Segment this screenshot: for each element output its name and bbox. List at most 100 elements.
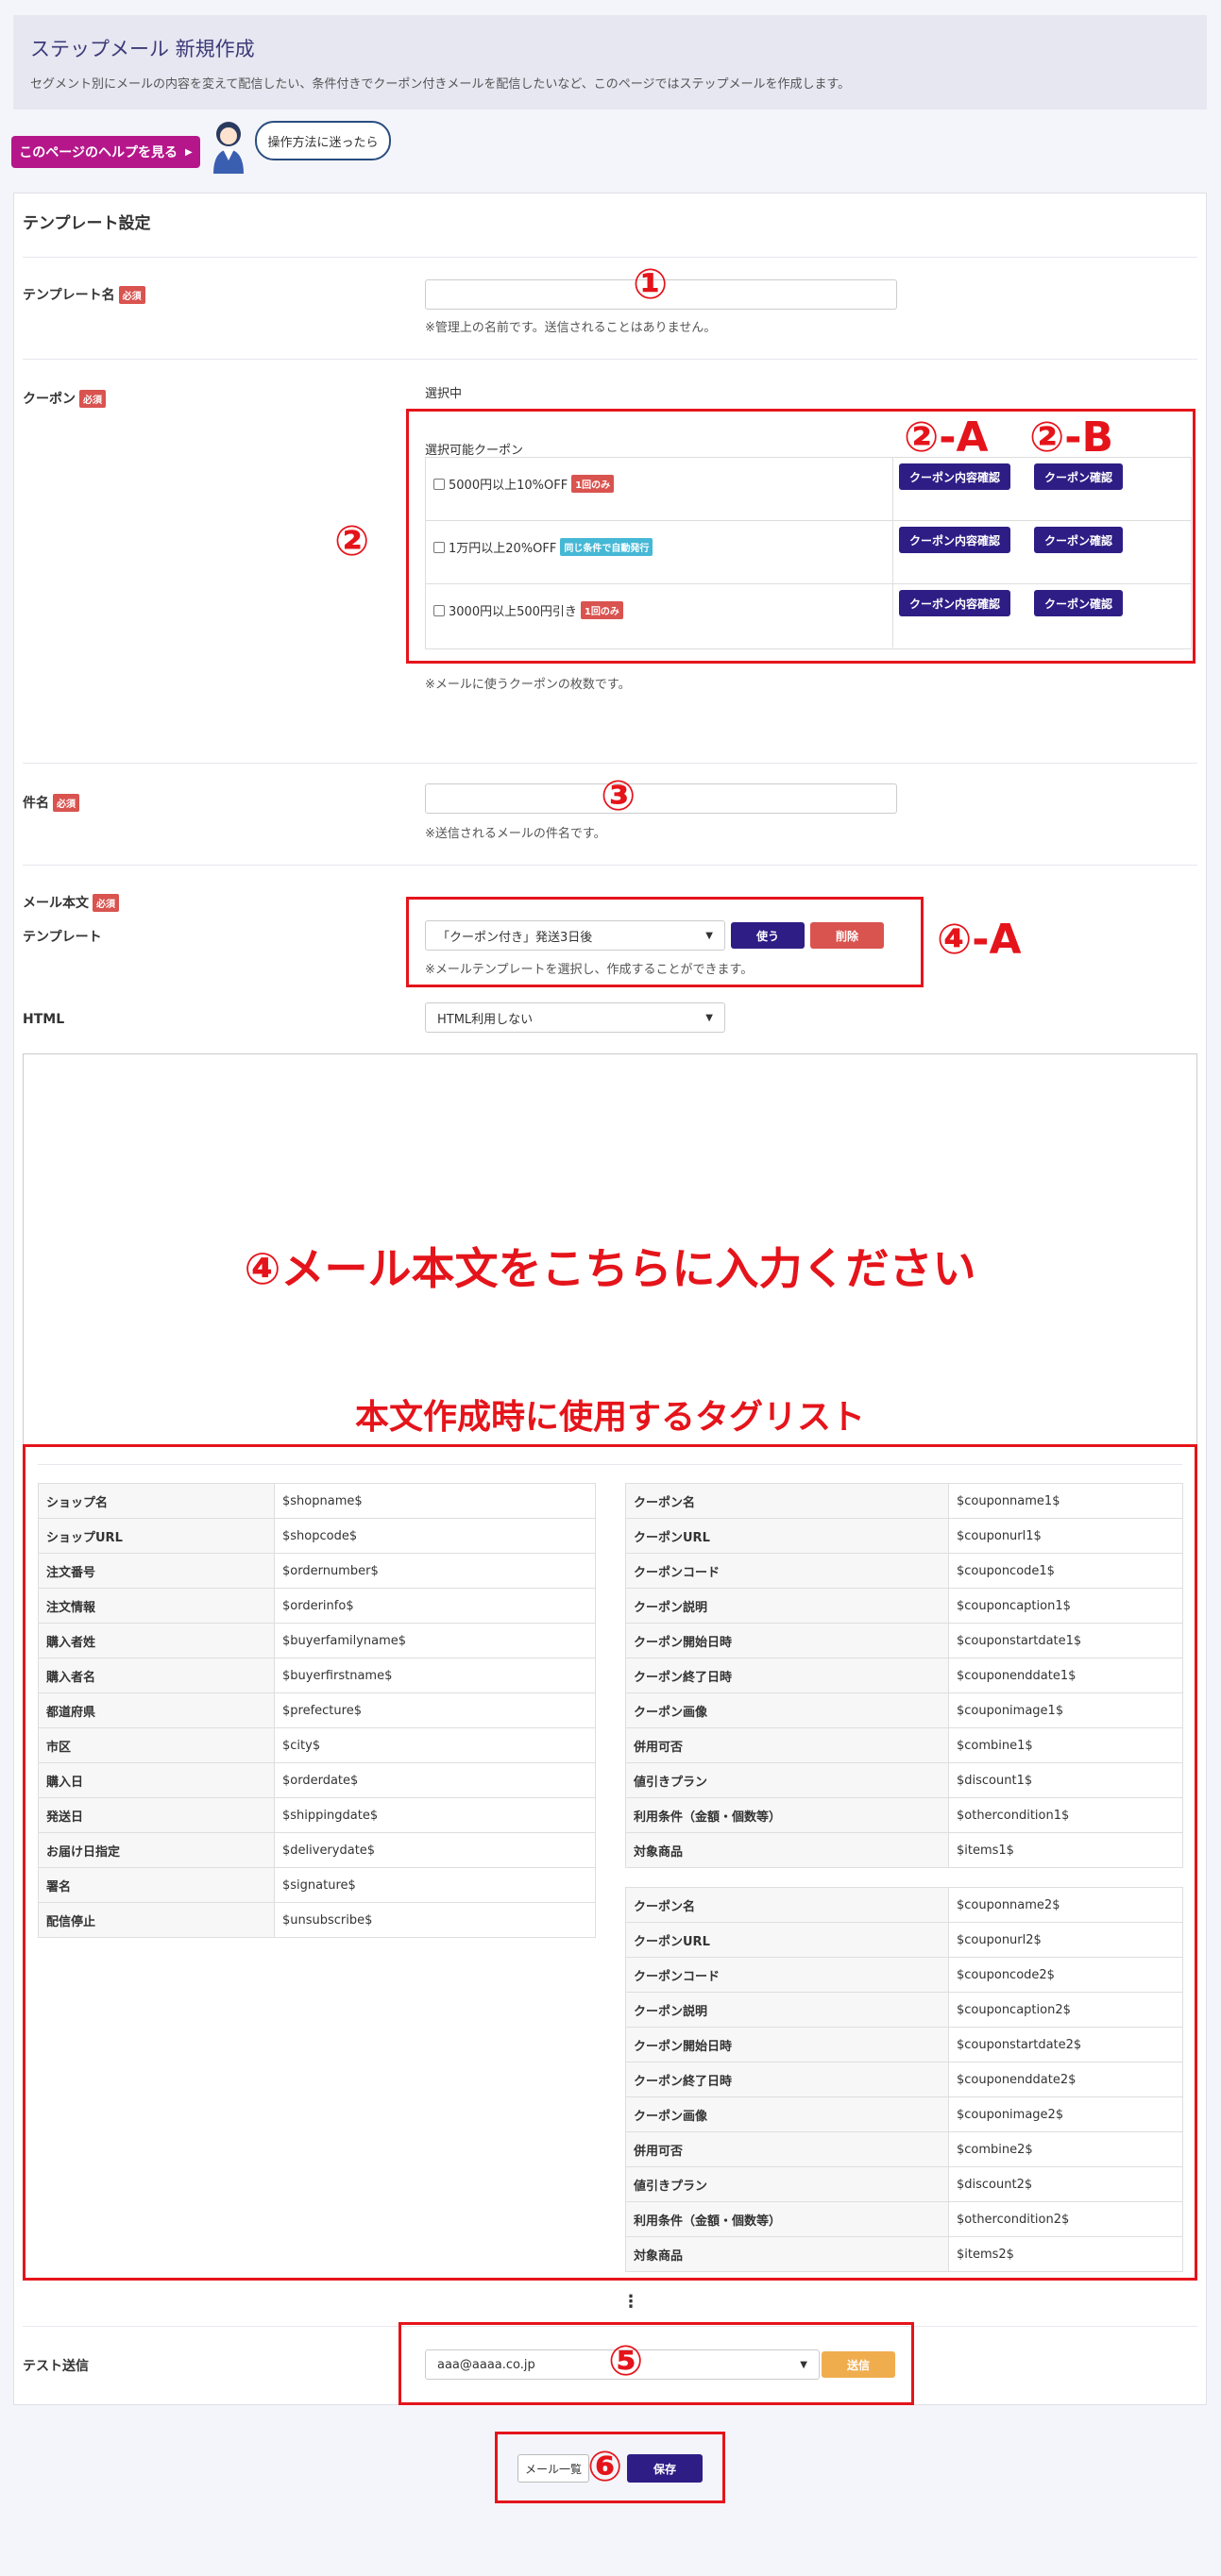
template-name-label: テンプレート名 必須 [23, 285, 145, 304]
tag-row: 発送日 $shippingdate$ [38, 1797, 596, 1833]
help-bubble: 操作方法に迷ったら [255, 121, 391, 160]
coupon1-tags-table: クーポン名 $couponname1$ クーポンURL $couponurl1$ クーポ… [625, 1483, 1183, 1868]
coupon-confirm-button[interactable]: クーポン確認 [1034, 527, 1123, 553]
coupon-tag: 1回のみ [580, 601, 623, 619]
tag-value: $orderinfo$ [274, 1588, 596, 1624]
tag-value: $discount1$ [948, 1762, 1183, 1798]
tag-value: $ordernumber$ [274, 1553, 596, 1589]
tag-label: クーポンURL [625, 1922, 949, 1958]
mail-list-button[interactable]: メール一覧 [517, 2454, 589, 2483]
coupon-details-button[interactable]: クーポン内容確認 [899, 527, 1010, 553]
tag-value: $buyerfamilyname$ [274, 1623, 596, 1658]
save-button[interactable]: 保存 [627, 2454, 703, 2483]
tag-label: 市区 [38, 1727, 275, 1763]
tag-label: クーポン説明 [625, 1992, 949, 2028]
chevron-down-icon: ▼ [705, 1012, 713, 1023]
coupon-details-button[interactable]: クーポン内容確認 [899, 590, 1010, 616]
template-help: ※メールテンプレートを選択し、作成することができます。 [425, 963, 754, 977]
coupon-name: 3000円以上500円引き [449, 605, 577, 619]
tag-label: クーポン名 [625, 1887, 949, 1923]
html-select[interactable]: HTML利用しない ▼ [425, 1002, 725, 1033]
tag-label: 都道府県 [38, 1692, 275, 1728]
coupon-checkbox[interactable] [433, 604, 445, 616]
annotation-2b: ②-B [1029, 413, 1114, 462]
tag-value: $items1$ [948, 1832, 1183, 1868]
tag-row: クーポン画像 $couponimage2$ [625, 2096, 1183, 2132]
tag-value: $city$ [274, 1727, 596, 1763]
tag-label: ショップ名 [38, 1483, 275, 1519]
tag-label: 発送日 [38, 1797, 275, 1833]
tag-label: クーポン画像 [625, 2096, 949, 2132]
tag-label: 注文番号 [38, 1553, 275, 1589]
tag-value: $items2$ [948, 2236, 1183, 2272]
tag-label: 値引きプラン [625, 1762, 949, 1798]
subject-input[interactable] [425, 783, 897, 814]
tag-value: $orderdate$ [274, 1762, 596, 1798]
tag-value: $shopname$ [274, 1483, 596, 1519]
template-select[interactable]: 「クーポン付き」発送3日後 ▼ [425, 920, 725, 951]
page-description: セグメント別にメールの内容を変えて配信したい、条件付きでクーポン付きメールを配信… [30, 77, 851, 92]
coupon-details-button[interactable]: クーポン内容確認 [899, 463, 1010, 490]
coupon-checkbox[interactable] [433, 541, 445, 553]
tag-row: ショップ名 $shopname$ [38, 1483, 596, 1519]
tag-row: クーポン説明 $couponcaption1$ [625, 1588, 1183, 1624]
coupon-tag: 1回のみ [571, 475, 615, 493]
tag-value: $othercondition2$ [948, 2201, 1183, 2237]
tag-value: $shopcode$ [274, 1518, 596, 1554]
coupon-row: 3000円以上500円引き 1回のみ クーポン内容確認 クーポン確認 [426, 584, 1191, 648]
tag-row: クーポン画像 $couponimage1$ [625, 1692, 1183, 1728]
required-badge: 必須 [79, 389, 106, 408]
tag-value: $couponstartdate1$ [948, 1623, 1183, 1658]
tag-label: 注文情報 [38, 1588, 275, 1624]
help-button[interactable]: このページのヘルプを見る ▶ [11, 136, 200, 168]
tag-label: 併用可否 [625, 2131, 949, 2167]
tag-row: クーポンコード $couponcode1$ [625, 1553, 1183, 1589]
template-name-help: ※管理上の名前です。送信されることはありません。 [425, 321, 717, 335]
annotation-4-text: ④メール本文をこちらに入力ください [244, 1243, 976, 1294]
more-options-icon[interactable]: ⋮ [622, 2292, 639, 2312]
tag-value: $couponenddate2$ [948, 2062, 1183, 2097]
coupon-confirm-button[interactable]: クーポン確認 [1034, 463, 1123, 490]
tag-value: $signature$ [274, 1867, 596, 1903]
coupon-label: クーポン 必須 [23, 389, 106, 408]
tag-row: 署名 $signature$ [38, 1867, 596, 1903]
template-select-label: テンプレート [23, 930, 102, 945]
tag-label: 署名 [38, 1867, 275, 1903]
card-title: テンプレート設定 [23, 214, 151, 233]
tag-row: クーポン説明 $couponcaption2$ [625, 1992, 1183, 2028]
tag-list-title: 本文作成時に使用するタグリスト [354, 1398, 865, 1437]
tag-label: 対象商品 [625, 1832, 949, 1868]
tag-row: ショップURL $shopcode$ [38, 1518, 596, 1554]
coupon-table: 5000円以上10%OFF 1回のみ クーポン内容確認 クーポン確認 1万円以上… [425, 457, 1192, 649]
tag-label: クーポン開始日時 [625, 1623, 949, 1658]
divider [23, 763, 1197, 764]
tag-label: クーポン説明 [625, 1588, 949, 1624]
use-template-button[interactable]: 使う [731, 922, 805, 949]
test-send-button[interactable]: 送信 [822, 2351, 895, 2378]
tag-label: 利用条件（金額・個数等） [625, 2201, 949, 2237]
operator-avatar-icon [213, 122, 244, 174]
annotation-5: ⑤ [608, 2337, 644, 2385]
tag-value: $couponurl1$ [948, 1518, 1183, 1554]
tag-label: 配信停止 [38, 1902, 275, 1938]
coupon-help: ※メールに使うクーポンの枚数です。 [425, 678, 631, 692]
tag-label: クーポンコード [625, 1553, 949, 1589]
tag-row: 注文情報 $orderinfo$ [38, 1588, 596, 1624]
tag-label: 利用条件（金額・個数等） [625, 1797, 949, 1833]
delete-template-button[interactable]: 削除 [810, 922, 884, 949]
divider [38, 1464, 1182, 1465]
tag-row: 市区 $city$ [38, 1727, 596, 1763]
tag-value: $couponcaption2$ [948, 1992, 1183, 2028]
tag-row: 対象商品 $items2$ [625, 2236, 1183, 2272]
annotation-4a: ④-A [937, 916, 1022, 964]
coupon-confirm-button[interactable]: クーポン確認 [1034, 590, 1123, 616]
tag-row: クーポン終了日時 $couponenddate2$ [625, 2062, 1183, 2097]
tag-row: お届け日指定 $deliverydate$ [38, 1832, 596, 1868]
tag-label: 値引きプラン [625, 2166, 949, 2202]
coupon-checkbox[interactable] [433, 478, 445, 490]
tag-row: 購入者姓 $buyerfamilyname$ [38, 1623, 596, 1658]
tag-row: クーポン開始日時 $couponstartdate1$ [625, 1623, 1183, 1658]
divider [892, 458, 893, 521]
help-bubble-text: 操作方法に迷ったら [267, 135, 379, 150]
tag-row: 配信停止 $unsubscribe$ [38, 1902, 596, 1938]
